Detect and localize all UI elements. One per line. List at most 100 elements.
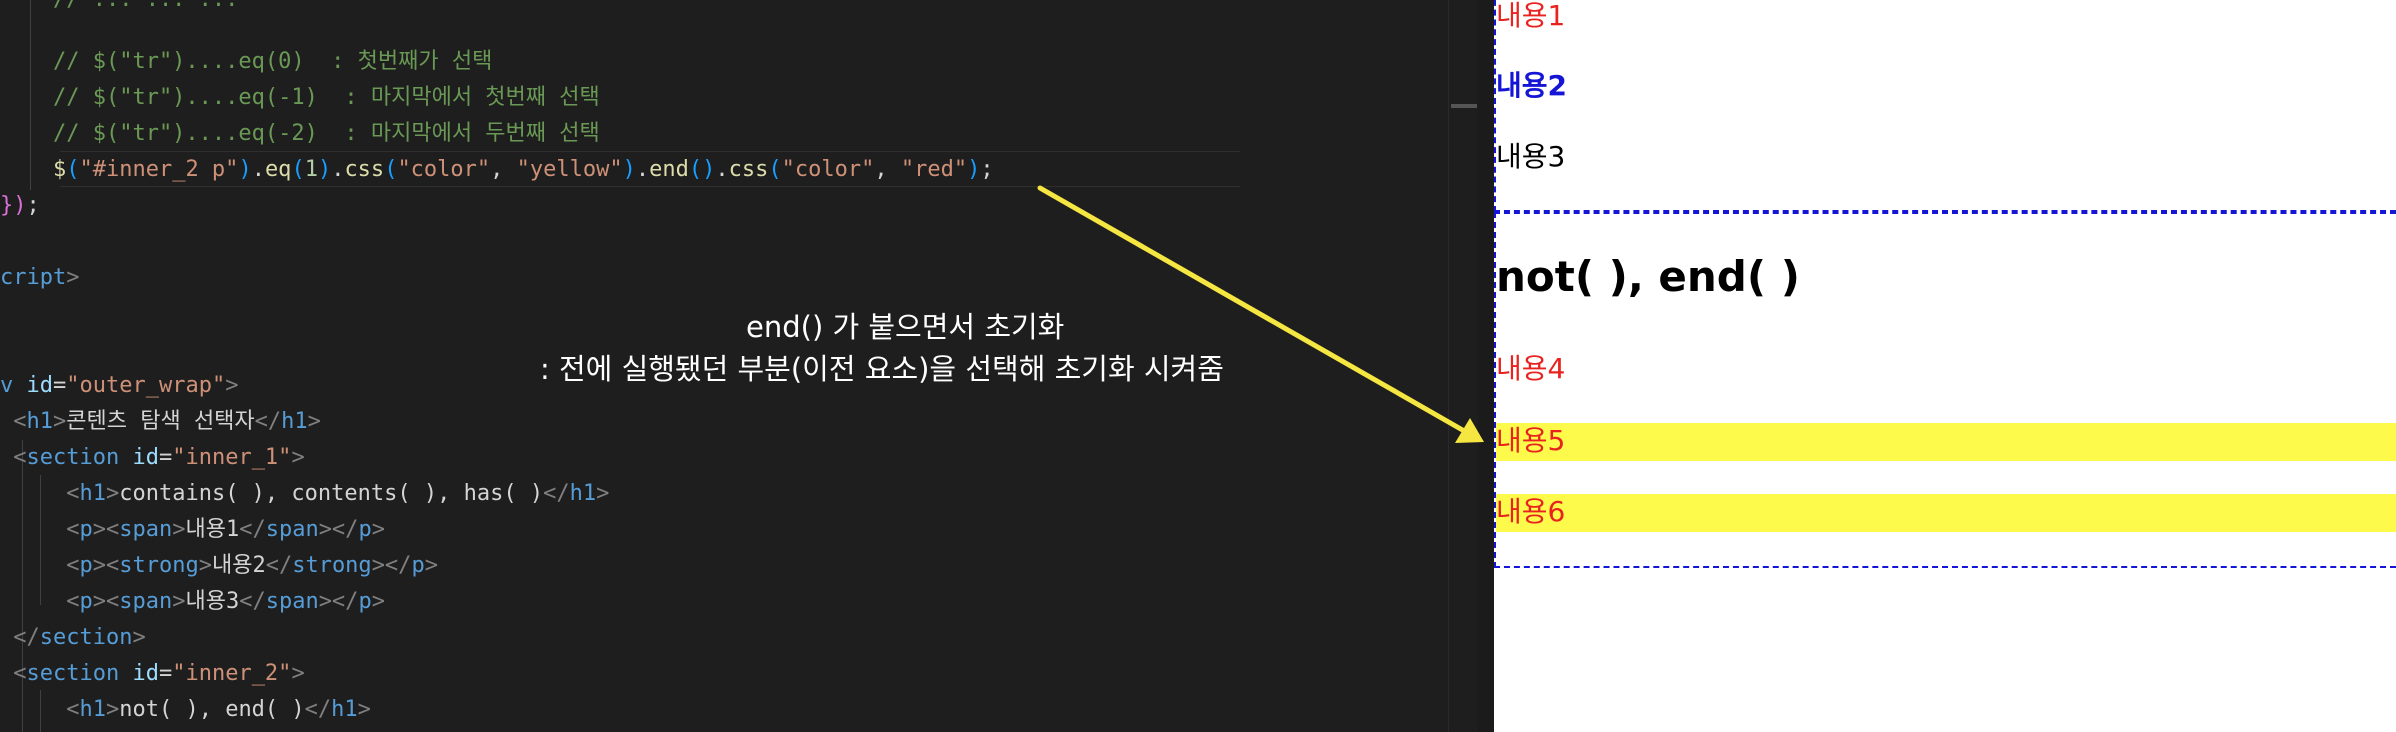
code-token: > <box>198 553 212 578</box>
code-line[interactable]: v id="outer_wrap"> <box>0 368 238 404</box>
code-token: $ <box>0 157 67 182</box>
code-line-partial[interactable]: // ... ... ... <box>0 0 238 18</box>
code-token: > <box>596 481 610 506</box>
code-line[interactable]: <p><strong>내용2</strong></p> <box>0 548 438 584</box>
inner-1-section-box <box>1494 0 2396 212</box>
highlight-bar <box>1496 494 2396 532</box>
code-token: p <box>79 517 93 542</box>
code-line[interactable]: // $("tr")....eq(0) : 첫번째가 선택 <box>0 44 492 80</box>
code-token: "inner_2" <box>172 661 292 686</box>
code-token: ) <box>317 157 332 182</box>
highlight-bar <box>1496 423 2396 461</box>
code-token: span <box>119 517 173 542</box>
code-token: id <box>132 445 159 470</box>
code-token: > <box>132 625 146 650</box>
code-token: ></ <box>318 589 359 614</box>
code-line[interactable]: <section id="inner_1"> <box>0 440 304 476</box>
code-line[interactable]: }); <box>0 188 40 224</box>
code-token: = <box>53 373 67 398</box>
code-line[interactable]: <p><span>내용3</span></p> <box>0 584 385 620</box>
code-token: ; <box>26 193 40 218</box>
code-token: h1 <box>79 697 106 722</box>
code-token: . <box>635 157 650 182</box>
code-token: span <box>119 589 173 614</box>
code-token: "yellow" <box>516 157 623 182</box>
code-token: css <box>344 157 385 182</box>
code-token: > <box>357 697 371 722</box>
code-token: "color" <box>781 157 875 182</box>
code-token: >< <box>92 553 120 578</box>
code-token: () <box>688 157 716 182</box>
code-token: = <box>158 445 173 470</box>
code-token: span <box>265 517 319 542</box>
code-token: span <box>265 589 319 614</box>
code-token: p <box>358 517 372 542</box>
preview-item-5: 내용5 <box>1496 424 1566 457</box>
preview-item-2: 내용2 <box>1496 69 1568 102</box>
code-token: > <box>371 589 385 614</box>
code-token: > <box>172 589 186 614</box>
annotation-line-1: end() 가 붙으면서 초기화 <box>746 310 1065 344</box>
editor-scrollbar[interactable] <box>1448 0 1479 732</box>
code-token: section <box>26 661 133 686</box>
code-token: section <box>39 625 133 650</box>
code-line[interactable]: // $("tr")....eq(-2) : 마지막에서 두번째 선택 <box>0 116 600 152</box>
pane-divider[interactable] <box>1478 0 1494 732</box>
code-token: 콘텐츠 탐색 선택자 <box>66 409 255 434</box>
code-token: . <box>715 157 729 182</box>
preview-item-3: 내용3 <box>1496 140 1566 173</box>
code-token: id <box>26 373 54 398</box>
scrollbar-thumb[interactable] <box>1451 104 1477 108</box>
code-line[interactable]: <h1>not( ), end( )</h1> <box>0 692 371 728</box>
code-line[interactable]: <section id="inner_2"> <box>0 656 305 692</box>
code-token: 내용2 <box>211 553 266 578</box>
code-token: > <box>105 697 120 722</box>
code-token: >< <box>92 589 120 614</box>
code-token: </ <box>543 481 570 506</box>
preview-item-1: 내용1 <box>1496 0 1566 32</box>
code-token: < <box>0 697 80 722</box>
code-line[interactable]: cript> <box>0 260 79 296</box>
code-line[interactable]: // $("tr")....eq(-1) : 마지막에서 첫번째 선택 <box>0 80 600 116</box>
code-line[interactable]: <h1>contains( ), contents( ), has( )</h1… <box>0 476 609 512</box>
code-token: ; <box>980 157 994 182</box>
code-token: contains( ), contents( ), has( ) <box>119 481 544 506</box>
code-token: p <box>358 589 372 614</box>
code-token: section <box>26 445 133 470</box>
code-token: h1 <box>79 481 106 506</box>
code-token: ( <box>384 157 398 182</box>
code-line[interactable]: $("#inner_2 p").eq(1).css("color", "yell… <box>0 152 994 188</box>
code-token: > <box>291 661 305 686</box>
code-token: h1 <box>281 409 308 434</box>
code-token: eq <box>264 157 292 182</box>
code-token: // $("tr")....eq(-1) : 마지막에서 첫번째 선택 <box>0 85 600 110</box>
code-line[interactable]: </section> <box>0 620 146 656</box>
code-token: ) <box>967 157 981 182</box>
code-token: // $("tr")....eq(-2) : 마지막에서 두번째 선택 <box>0 121 600 146</box>
code-token: , <box>490 157 517 182</box>
code-token: > <box>53 409 67 434</box>
code-token: ( <box>291 157 305 182</box>
code-token: "red" <box>900 157 968 182</box>
code-token: < <box>0 445 27 470</box>
code-token: ( <box>66 157 80 182</box>
code-token: cript <box>0 265 67 290</box>
code-token: . <box>331 157 345 182</box>
code-token: > <box>105 481 120 506</box>
code-line[interactable]: <p><span>내용1</span></p> <box>0 512 385 548</box>
code-token: p <box>79 589 93 614</box>
preview-heading: not( ), end( ) <box>1496 252 1800 301</box>
code-token: > <box>66 265 80 290</box>
code-token: "outer_wrap" <box>66 373 226 398</box>
code-token: </ <box>265 553 293 578</box>
code-token: > <box>307 409 321 434</box>
code-token: > <box>225 373 239 398</box>
code-line[interactable]: <h1>콘텐츠 탐색 선택자</h1> <box>0 404 321 440</box>
preview-item-6: 내용6 <box>1496 495 1566 528</box>
code-token: not( ), end( ) <box>119 697 305 722</box>
code-token: "#inner_2 p" <box>79 157 239 182</box>
code-token: ( <box>768 157 782 182</box>
code-token: </ <box>304 697 332 722</box>
code-token: = <box>158 661 173 686</box>
code-token: }) <box>0 193 27 218</box>
